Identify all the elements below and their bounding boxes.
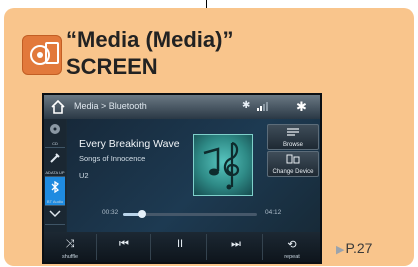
top-bar: Media > Bluetooth ✱ ✱ [44,95,320,119]
title-line-2: SCREEN [66,54,158,79]
track-artist: U2 [79,171,89,180]
track-title: Every Breaking Wave [79,138,180,150]
source-usb-button[interactable]: ADATA UP [45,148,65,177]
change-device-label: Change Device [272,169,314,175]
source-cd-button[interactable]: CD [45,119,65,148]
triangle-right-icon: ▶ [336,244,345,256]
bluetooth-icon[interactable]: ✱ [296,99,307,115]
shuffle-icon: ⤨ [65,238,75,250]
progress-bar[interactable] [123,210,257,218]
repeat-label: repeat [284,254,300,260]
media-icon [22,35,62,75]
connector-line [206,0,207,8]
track-album: Songs of Innocence [79,154,146,163]
page-reference-text: P.27 [345,240,373,256]
now-playing: Every Breaking Wave Songs of Innocence U… [67,119,320,232]
progress-knob[interactable] [137,210,146,218]
media-screen-panel: “Media (Media)” SCREEN Media > Bluetooth… [4,8,414,266]
page-title: “Media (Media)” SCREEN [66,26,316,80]
signal-icon [257,102,268,111]
previous-track-button[interactable]: ⏮ [98,234,151,260]
device-icon [286,154,300,164]
skip-forward-icon: ⏭ [231,238,241,250]
source-usb-label: ADATA UP [45,170,65,175]
disc-icon [50,124,60,134]
playback-controls: ⤨ shuffle ⏮ II ⏭ ⟲ repeat [44,232,320,262]
source-bt-label: BT Audio [46,199,64,204]
page-reference-link[interactable]: ▶P.27 [336,240,372,256]
scroll-down-button[interactable] [45,206,65,225]
media-screenshot: Media > Bluetooth ✱ ✱ CD ADATA UP BT Aud… [42,93,322,264]
repeat-button[interactable]: ⟲ repeat [266,234,318,260]
title-line-1: “Media (Media)” [66,27,234,52]
bluetooth-source-icon [51,181,60,193]
pause-button[interactable]: II [154,234,207,260]
chevron-down-icon [49,210,61,218]
list-icon [287,128,299,136]
time-total: 04:12 [265,209,282,216]
pause-icon: II [176,238,184,250]
source-bt-audio-button[interactable]: BT Audio [45,177,65,206]
source-list: CD ADATA UP BT Audio [44,119,66,232]
album-art [193,134,253,196]
shuffle-button[interactable]: ⤨ shuffle [44,234,97,260]
usb-icon [50,153,60,163]
breadcrumb: Media > Bluetooth [74,101,147,111]
browse-label: Browse [282,142,303,148]
skip-back-icon: ⏮ [119,238,129,250]
repeat-icon: ⟲ [287,239,297,251]
shuffle-label: shuffle [61,254,79,260]
home-icon[interactable] [50,99,66,115]
browse-button[interactable]: Browse [267,124,319,150]
time-elapsed: 00:32 [102,209,119,216]
bluetooth-status-icon: ✱ [242,100,251,111]
music-note-icon [203,141,240,190]
source-cd-label: CD [52,141,58,146]
change-device-button[interactable]: Change Device [267,151,319,177]
next-track-button[interactable]: ⏭ [210,234,263,260]
